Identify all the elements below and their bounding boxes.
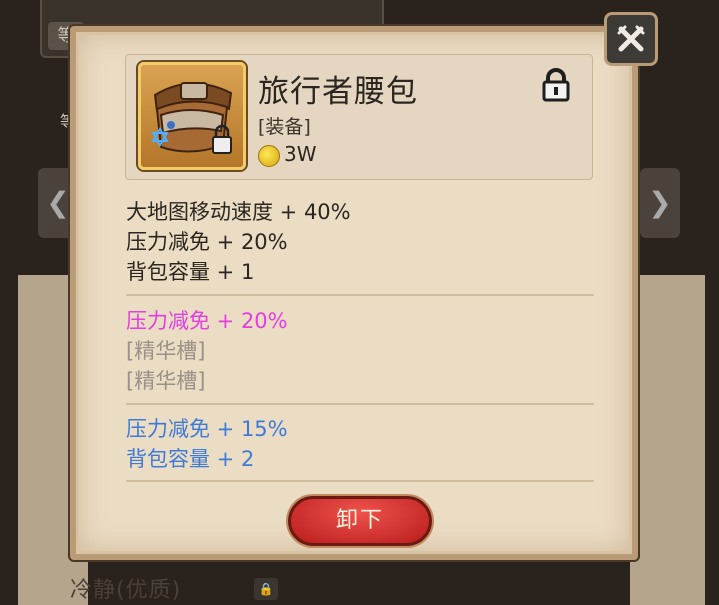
essence-stat: 压力减免 + 20% xyxy=(126,309,288,333)
bonus-stat: 背包容量 + 2 xyxy=(126,447,255,471)
item-type: [装备] xyxy=(258,116,311,138)
waist-pack-icon xyxy=(151,82,233,154)
divider xyxy=(126,294,594,296)
bonus-stat: 压力减免 + 15% xyxy=(126,417,288,441)
divider xyxy=(126,403,594,405)
background-lock-icon: 🔒 xyxy=(254,578,278,600)
base-stat: 背包容量 + 1 xyxy=(126,260,255,284)
item-price: 3W xyxy=(284,142,317,166)
close-button[interactable] xyxy=(604,12,658,66)
item-icon xyxy=(138,62,246,170)
essence-slot[interactable]: [精华槽] xyxy=(126,335,205,365)
unequip-button[interactable]: 卸下 xyxy=(288,496,432,546)
base-stat: 压力减免 + 20% xyxy=(126,230,288,254)
lock-icon[interactable] xyxy=(540,68,572,102)
divider xyxy=(126,480,594,482)
essence-slot[interactable]: [精华槽] xyxy=(126,365,205,395)
background-trait-label: 冷静(优质) xyxy=(70,578,182,603)
coin-icon xyxy=(258,145,280,167)
background-parchment-right xyxy=(630,275,705,605)
base-stat: 大地图移动速度 + 40% xyxy=(126,200,351,224)
close-icon xyxy=(617,25,645,52)
next-arrow-icon[interactable]: ❯ xyxy=(640,168,680,238)
item-name: 旅行者腰包 xyxy=(258,74,418,110)
